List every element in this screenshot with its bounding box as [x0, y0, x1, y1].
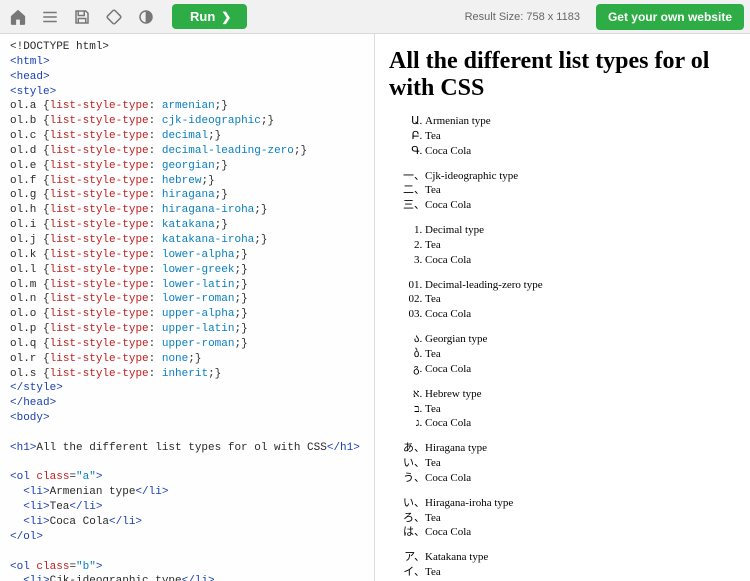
list-item: Armenian type: [425, 114, 736, 129]
rotate-icon[interactable]: [102, 5, 126, 29]
run-button[interactable]: Run ❯: [172, 4, 247, 29]
list-item: Coca Cola: [425, 525, 736, 540]
list-item: Coca Cola: [425, 144, 736, 159]
list-item: Tea: [425, 183, 736, 198]
code-editor[interactable]: <!DOCTYPE html> <html> <head> <style> ol…: [0, 34, 375, 581]
list-item: Georgian type: [425, 332, 736, 347]
list-item: Coca Cola: [425, 198, 736, 213]
list-item: Tea: [425, 238, 736, 253]
list-item: Coca Cola: [425, 416, 736, 431]
preview-list: Katakana typeTeaCoca Cola: [425, 550, 736, 581]
list-item: Tea: [425, 292, 736, 307]
list-item: Coca Cola: [425, 253, 736, 268]
preview-lists: Armenian typeTeaCoca ColaCjk-ideographic…: [389, 114, 736, 581]
run-label: Run: [190, 9, 215, 24]
list-item: Decimal-leading-zero type: [425, 278, 736, 293]
preview-list: Hiragana typeTeaCoca Cola: [425, 441, 736, 486]
list-item: Tea: [425, 565, 736, 580]
panes: <!DOCTYPE html> <html> <head> <style> ol…: [0, 34, 750, 581]
home-icon[interactable]: [6, 5, 30, 29]
list-item: Coca Cola: [425, 362, 736, 377]
chevron-right-icon: ❯: [221, 10, 231, 24]
preview-list: Georgian typeTeaCoca Cola: [425, 332, 736, 377]
toolbar: Run ❯ Result Size: 758 x 1183 Get your o…: [0, 0, 750, 34]
list-item: Coca Cola: [425, 307, 736, 322]
list-item: Tea: [425, 129, 736, 144]
result-size-label: Result Size: 758 x 1183: [465, 11, 580, 23]
preview-list: Hiragana-iroha typeTeaCoca Cola: [425, 496, 736, 541]
list-item: Coca Cola: [425, 471, 736, 486]
preview-list: Armenian typeTeaCoca Cola: [425, 114, 736, 159]
list-item: Cjk-ideographic type: [425, 169, 736, 184]
get-own-website-button[interactable]: Get your own website: [596, 4, 744, 30]
preview-pane: All the different list types for ol with…: [375, 34, 750, 581]
list-item: Tea: [425, 402, 736, 417]
list-item: Tea: [425, 456, 736, 471]
theme-icon[interactable]: [134, 5, 158, 29]
save-icon[interactable]: [70, 5, 94, 29]
preview-list: Hebrew typeTeaCoca Cola: [425, 387, 736, 432]
preview-list: Decimal-leading-zero typeTeaCoca Cola: [425, 278, 736, 323]
menu-icon[interactable]: [38, 5, 62, 29]
list-item: Katakana type: [425, 550, 736, 565]
list-item: Hiragana type: [425, 441, 736, 456]
list-item: Tea: [425, 347, 736, 362]
preview-heading: All the different list types for ol with…: [389, 48, 736, 102]
preview-list: Decimal typeTeaCoca Cola: [425, 223, 736, 268]
list-item: Hiragana-iroha type: [425, 496, 736, 511]
list-item: Tea: [425, 511, 736, 526]
list-item: Decimal type: [425, 223, 736, 238]
list-item: Hebrew type: [425, 387, 736, 402]
preview-list: Cjk-ideographic typeTeaCoca Cola: [425, 169, 736, 214]
